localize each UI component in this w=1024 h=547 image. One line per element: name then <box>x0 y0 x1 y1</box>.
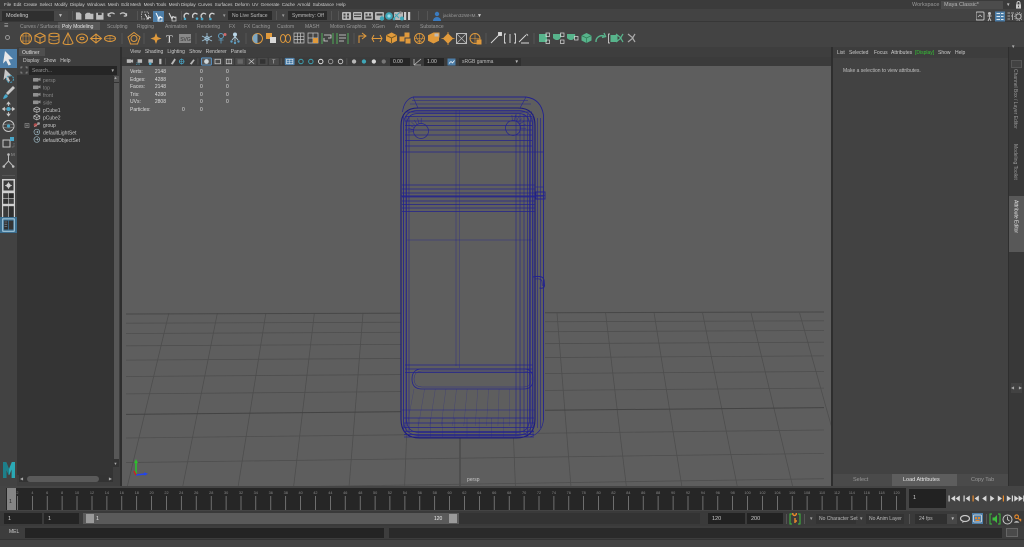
svg-text:108: 108 <box>804 491 810 495</box>
svg-text:48: 48 <box>358 491 362 495</box>
svg-text:front: front <box>43 93 54 99</box>
svg-text:66: 66 <box>492 491 496 495</box>
svg-text:26: 26 <box>194 491 198 495</box>
svg-text:16: 16 <box>120 491 124 495</box>
svg-text:58: 58 <box>433 491 437 495</box>
svg-text:10: 10 <box>75 491 79 495</box>
svg-text:112: 112 <box>834 491 840 495</box>
svg-text:52: 52 <box>388 491 392 495</box>
svg-text:18: 18 <box>135 491 139 495</box>
svg-text:106: 106 <box>789 491 795 495</box>
svg-text:78: 78 <box>581 491 585 495</box>
svg-text:persp: persp <box>43 78 56 84</box>
svg-text:T: T <box>166 34 173 46</box>
svg-text:100: 100 <box>744 491 750 495</box>
svg-text:M: M <box>11 152 15 157</box>
svg-text:54: 54 <box>403 491 407 495</box>
svg-text:24: 24 <box>179 491 183 495</box>
svg-text:64: 64 <box>477 491 481 495</box>
svg-text:defaultLightSet: defaultLightSet <box>43 131 77 137</box>
svg-text:114: 114 <box>849 491 855 495</box>
svg-text:30: 30 <box>224 491 228 495</box>
svg-text:38: 38 <box>284 491 288 495</box>
svg-text:72: 72 <box>537 491 541 495</box>
svg-text:80: 80 <box>596 491 600 495</box>
svg-text:44: 44 <box>328 491 332 495</box>
svg-text:pCube2: pCube2 <box>43 116 61 122</box>
svg-text:6: 6 <box>46 491 48 495</box>
svg-text:34: 34 <box>254 491 258 495</box>
svg-text:98: 98 <box>730 491 734 495</box>
svg-text:60: 60 <box>447 491 451 495</box>
svg-text:28: 28 <box>209 491 213 495</box>
svg-text:22: 22 <box>164 491 168 495</box>
svg-text:14: 14 <box>105 491 109 495</box>
svg-text:group: group <box>43 123 56 129</box>
svg-text:62: 62 <box>462 491 466 495</box>
svg-text:102: 102 <box>759 491 765 495</box>
svg-text:74: 74 <box>552 491 556 495</box>
svg-text:120: 120 <box>893 491 899 495</box>
svg-text:40: 40 <box>298 491 302 495</box>
svg-text:88: 88 <box>656 491 660 495</box>
svg-text:56: 56 <box>418 491 422 495</box>
svg-text:92: 92 <box>686 491 690 495</box>
svg-text:104: 104 <box>774 491 780 495</box>
svg-text:side: side <box>43 101 52 107</box>
svg-text:SVG: SVG <box>180 37 191 43</box>
svg-text:82: 82 <box>611 491 615 495</box>
svg-text:12: 12 <box>90 491 94 495</box>
svg-text:32: 32 <box>239 491 243 495</box>
svg-text:pCube1: pCube1 <box>43 108 61 114</box>
svg-text:68: 68 <box>507 491 511 495</box>
svg-text:70: 70 <box>522 491 526 495</box>
svg-text:4: 4 <box>31 491 33 495</box>
svg-text:8: 8 <box>61 491 63 495</box>
svg-text:46: 46 <box>343 491 347 495</box>
svg-text:50: 50 <box>373 491 377 495</box>
svg-text:defaultObjectSet: defaultObjectSet <box>43 138 81 144</box>
svg-text:90: 90 <box>671 491 675 495</box>
svg-text:76: 76 <box>567 491 571 495</box>
svg-text:86: 86 <box>641 491 645 495</box>
svg-text:top: top <box>43 86 50 92</box>
svg-text:42: 42 <box>313 491 317 495</box>
svg-text:94: 94 <box>701 491 705 495</box>
svg-text:116: 116 <box>864 491 870 495</box>
svg-text:118: 118 <box>879 491 885 495</box>
svg-text:20: 20 <box>149 491 153 495</box>
svg-text:110: 110 <box>819 491 825 495</box>
svg-text:84: 84 <box>626 491 630 495</box>
svg-text:2: 2 <box>16 491 18 495</box>
svg-text:96: 96 <box>716 491 720 495</box>
svg-text:36: 36 <box>269 491 273 495</box>
